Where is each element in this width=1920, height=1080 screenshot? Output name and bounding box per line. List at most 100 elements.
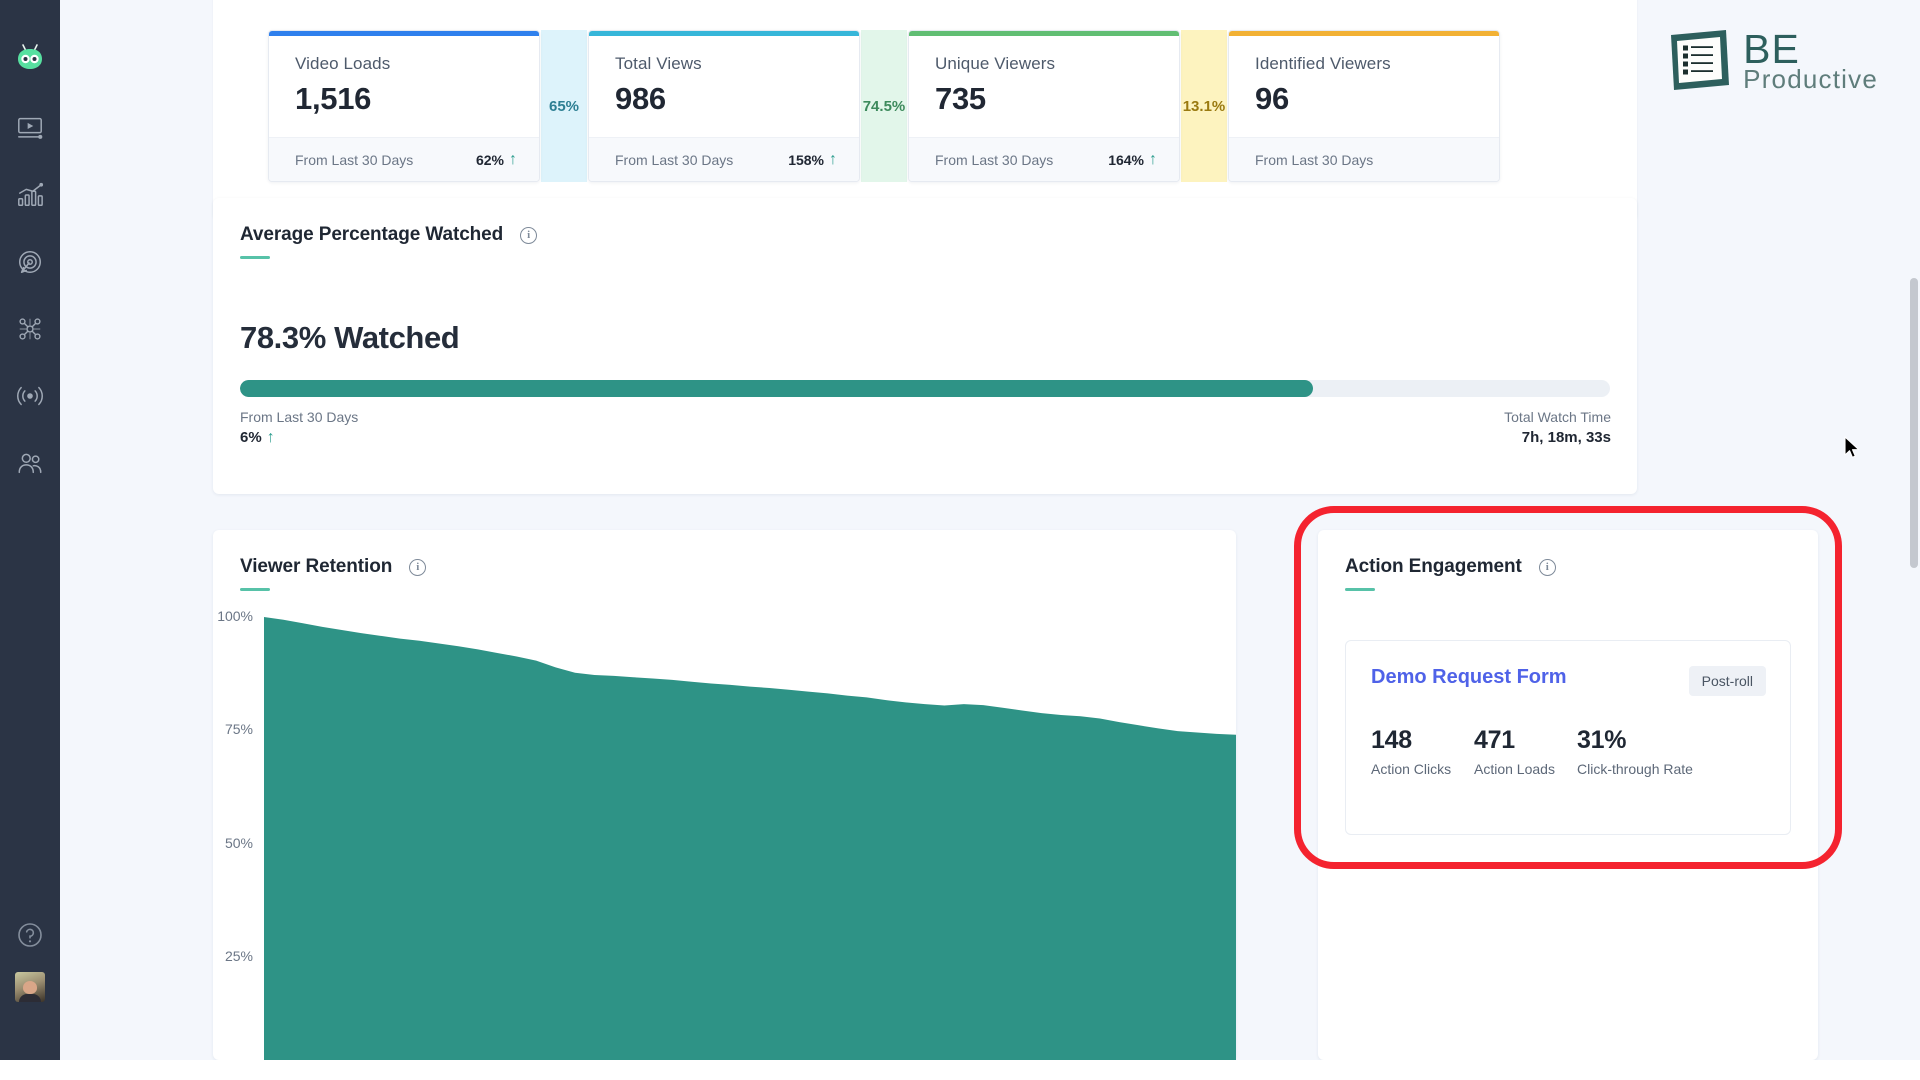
watched-progress-fill [240, 380, 1313, 397]
placement-badge: Post-roll [1688, 666, 1766, 696]
kpi-value: 986 [615, 81, 666, 116]
kpi-connector-value: 74.5% [862, 97, 906, 115]
scrollbar-thumb[interactable] [1910, 278, 1918, 568]
stat-action-clicks: 148 Action Clicks [1371, 726, 1474, 777]
robot-logo-icon[interactable] [13, 40, 47, 74]
action-stats-row: 148 Action Clicks 471 Action Loads 31% C… [1346, 696, 1790, 777]
kpi-connector-value: 13.1% [1182, 97, 1226, 115]
action-form-link[interactable]: Demo Request Form [1371, 666, 1567, 689]
viewer-retention-title: Viewer Retention [240, 556, 393, 577]
total-watch-time-value: 7h, 18m, 33s [1521, 429, 1611, 446]
sidebar-item-integrations[interactable] [10, 311, 50, 351]
kpi-connector-1: 65% [541, 30, 587, 182]
watched-period-group: From Last 30 Days 6% ↑ [240, 409, 358, 446]
main-content: Video Loads 1,516 From Last 30 Days 62% … [60, 0, 1920, 1060]
kpi-footer: From Last 30 Days 158% ↑ [589, 137, 859, 181]
sidebar-item-live[interactable] [10, 378, 50, 418]
sidebar-item-analytics[interactable] [10, 177, 50, 217]
kpi-delta: 164% ↑ [1108, 150, 1157, 168]
question-mark-icon[interactable] [15, 920, 45, 950]
kpi-delta: 62% ↑ [475, 150, 517, 168]
info-icon[interactable]: i [1538, 558, 1556, 576]
kpi-card-identified-viewers[interactable]: Identified Viewers 96 From Last 30 Days [1228, 30, 1500, 182]
kpi-label: Identified Viewers [1255, 54, 1391, 73]
kpi-label: Total Views [615, 54, 702, 73]
kpi-value: 1,516 [295, 81, 372, 116]
watched-progress-track [240, 380, 1610, 397]
y-tick-50: 50% [224, 835, 253, 851]
action-item-header: Demo Request Form Post-roll [1346, 641, 1790, 696]
info-icon[interactable]: i [520, 226, 538, 244]
network-nodes-icon [16, 315, 44, 348]
sidebar-item-contacts[interactable] [10, 445, 50, 485]
title-underline [1345, 588, 1375, 591]
kpi-period-label: From Last 30 Days [935, 151, 1054, 168]
kpi-accent-bar [269, 31, 539, 36]
stat-value: 31% [1577, 726, 1627, 754]
total-watch-time-label: Total Watch Time [1504, 409, 1611, 425]
action-engagement-title: Action Engagement [1345, 556, 1522, 577]
kpi-accent-bar [589, 31, 859, 36]
total-watch-time-group: Total Watch Time 7h, 18m, 33s [1504, 409, 1611, 446]
retention-area [264, 617, 1236, 1060]
kpi-connector-2: 74.5% [861, 30, 907, 182]
stat-value: 471 [1474, 726, 1515, 754]
arrow-up-icon: ↑ [829, 150, 837, 168]
card-title-row: Average Percentage Watched i [240, 224, 1637, 246]
stat-value: 148 [1371, 726, 1412, 754]
video-player-icon [16, 114, 44, 147]
kpi-card-total-views[interactable]: Total Views 986 From Last 30 Days 158% ↑ [588, 30, 860, 182]
watched-period-label: From Last 30 Days [240, 409, 359, 425]
page-title: Average Percentage Watched [240, 224, 504, 245]
sidebar-item-videos[interactable] [10, 110, 50, 150]
kpi-delta-value: 164% [1108, 151, 1144, 168]
vertical-scrollbar[interactable] [1908, 0, 1920, 1060]
kpi-card-unique-viewers[interactable]: Unique Viewers 735 From Last 30 Days 164… [908, 30, 1180, 182]
retention-area-chart [264, 617, 1236, 1060]
kpi-row: Video Loads 1,516 From Last 30 Days 62% … [268, 30, 1500, 182]
kpi-period-label: From Last 30 Days [1255, 151, 1374, 168]
stat-label: Action Loads [1474, 761, 1555, 777]
content-bottom-margin [0, 1060, 1920, 1080]
card-header: Average Percentage Watched i [213, 198, 1637, 259]
kpi-delta-value: 62% [475, 151, 504, 168]
title-underline [240, 256, 270, 259]
stat-label: Action Clicks [1371, 761, 1452, 777]
bar-chart-icon [16, 181, 44, 214]
arrow-up-icon: ↑ [509, 150, 517, 168]
viewer-retention-card: Viewer Retention i 100% 75% 50% 25% [213, 530, 1236, 1060]
arrow-up-icon: ↑ [1149, 150, 1157, 168]
kpi-label: Unique Viewers [935, 54, 1056, 73]
watched-period-delta: 6% ↑ [240, 429, 358, 446]
brand-wordmark: BE Productive [1743, 28, 1878, 92]
kpi-delta: 158% ↑ [788, 150, 837, 168]
kpi-value: 735 [935, 81, 986, 116]
mouse-cursor [1844, 436, 1862, 460]
average-percentage-watched-card: Average Percentage Watched i 78.3% Watch… [213, 198, 1637, 494]
kpi-accent-bar [1229, 31, 1499, 36]
target-cursor-icon [16, 248, 44, 281]
kpi-footer: From Last 30 Days 62% ↑ [269, 137, 539, 181]
kpi-period-label: From Last 30 Days [615, 151, 734, 168]
stat-action-loads: 471 Action Loads [1474, 726, 1577, 777]
kpi-label: Video Loads [295, 54, 391, 73]
kpi-card-video-loads[interactable]: Video Loads 1,516 From Last 30 Days 62% … [268, 30, 540, 182]
y-tick-25: 25% [224, 948, 253, 964]
avatar[interactable] [15, 972, 45, 1002]
broadcast-signal-icon [16, 382, 44, 415]
sidebar-item-engagement[interactable] [10, 244, 50, 284]
card-title-row: Viewer Retention i [240, 556, 1236, 578]
action-engagement-card: Action Engagement i Demo Request Form Po… [1294, 506, 1842, 1060]
stat-label: Click-through Rate [1577, 761, 1693, 777]
left-sidebar [0, 0, 60, 1060]
info-icon[interactable]: i [409, 558, 427, 576]
kpi-delta-value: 158% [788, 151, 824, 168]
card-title-row: Action Engagement i [1345, 556, 1818, 578]
card-header: Viewer Retention i [213, 530, 1236, 591]
checklist-document-icon [1667, 28, 1733, 92]
y-tick-75: 75% [224, 721, 253, 737]
kpi-period-label: From Last 30 Days [295, 151, 414, 168]
card-header: Action Engagement i [1318, 530, 1818, 591]
watched-period-delta-value: 6% [240, 429, 262, 446]
kpi-summary-panel: Video Loads 1,516 From Last 30 Days 62% … [213, 0, 1637, 220]
